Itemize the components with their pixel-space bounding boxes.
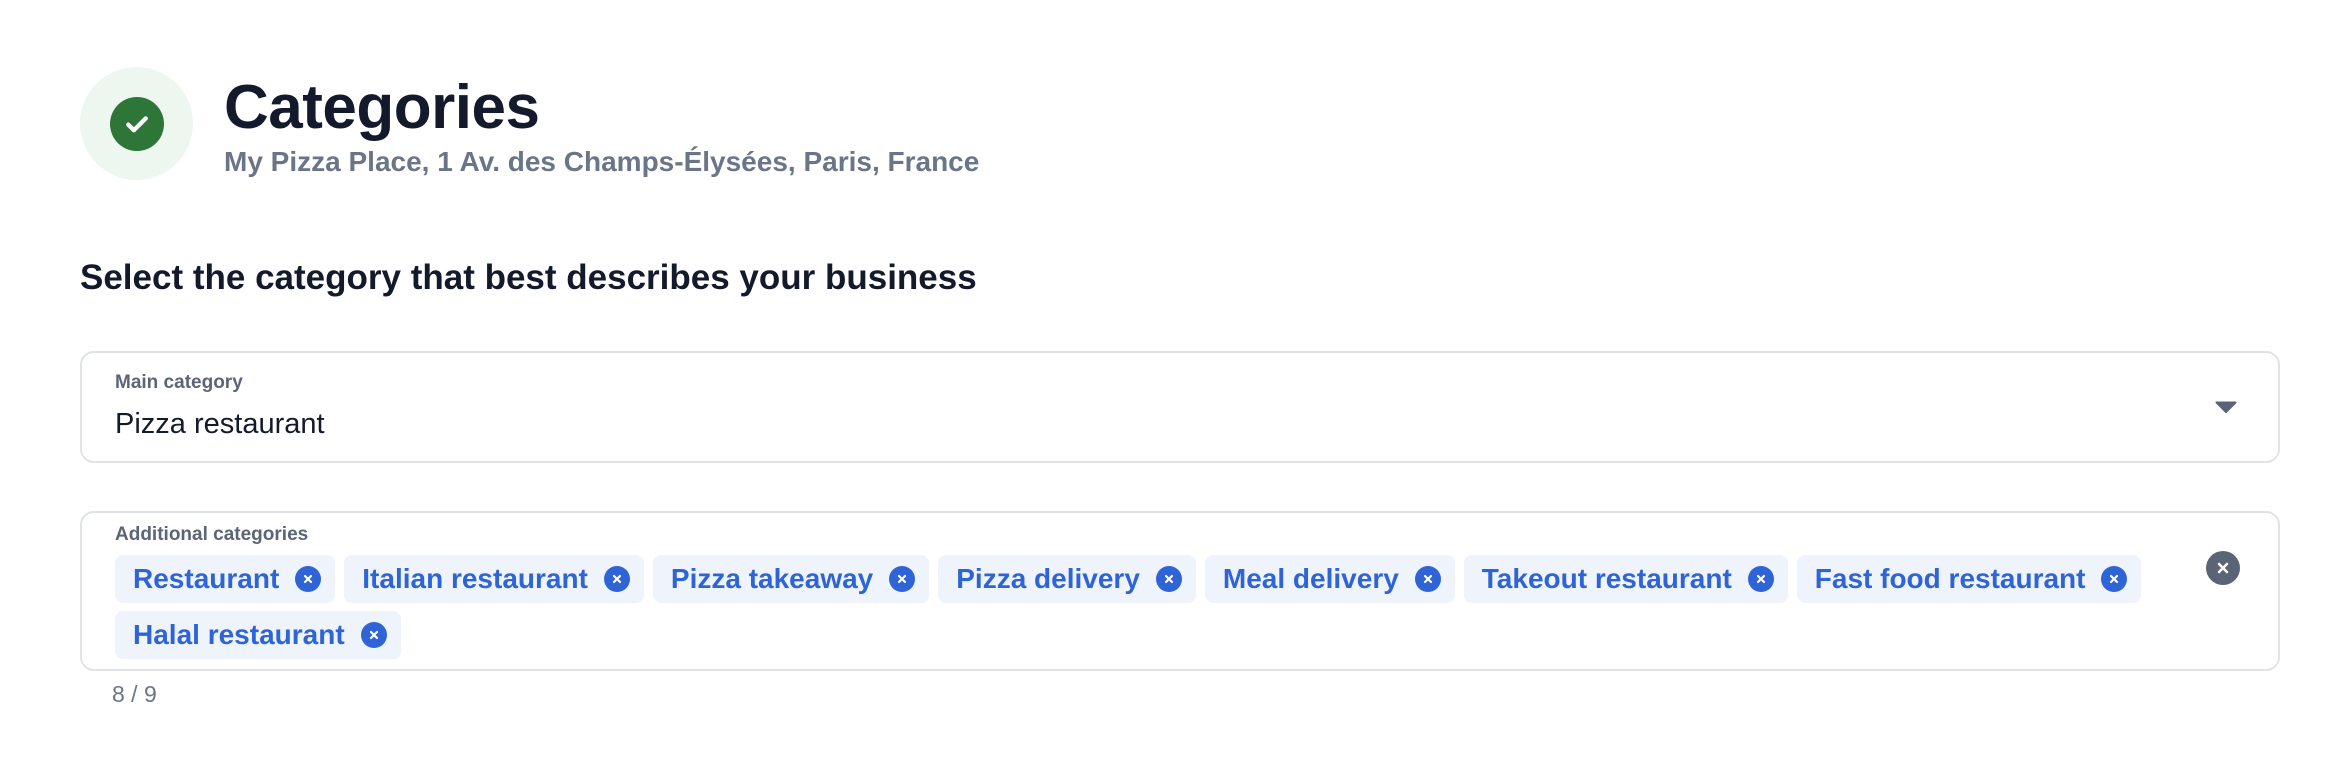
- category-chip[interactable]: Fast food restaurant: [1796, 555, 2142, 603]
- remove-chip-icon[interactable]: [360, 622, 387, 648]
- page-title: Categories: [224, 73, 540, 142]
- main-category-label: Main category: [115, 372, 243, 393]
- category-chip-label: Meal delivery: [1222, 563, 1399, 594]
- category-chip-label: Restaurant: [133, 563, 280, 594]
- category-chip[interactable]: Pizza takeaway: [652, 555, 930, 603]
- remove-chip-icon[interactable]: [295, 566, 322, 592]
- remove-chip-icon[interactable]: [1155, 566, 1182, 592]
- check-icon: [109, 96, 164, 151]
- remove-chip-icon[interactable]: [1414, 566, 1441, 592]
- category-chip-label: Takeout restaurant: [1481, 563, 1732, 594]
- category-chip[interactable]: Halal restaurant: [115, 611, 401, 659]
- category-chip-label: Italian restaurant: [362, 563, 588, 594]
- status-indicator: [80, 67, 193, 180]
- main-category-select[interactable]: Main category Pizza restaurant: [80, 351, 2280, 463]
- page-header: Categories My Pizza Place, 1 Av. des Cha…: [80, 67, 979, 180]
- additional-categories-label: Additional categories: [115, 524, 309, 545]
- remove-chip-icon[interactable]: [889, 566, 916, 592]
- section-heading: Select the category that best describes …: [80, 258, 977, 297]
- category-chip[interactable]: Italian restaurant: [344, 555, 644, 603]
- remove-chip-icon[interactable]: [603, 566, 630, 592]
- category-chip-label: Fast food restaurant: [1814, 563, 2086, 594]
- remove-chip-icon[interactable]: [2101, 566, 2128, 592]
- clear-all-icon[interactable]: [2206, 551, 2240, 585]
- category-chip[interactable]: Restaurant: [115, 555, 336, 603]
- category-chip[interactable]: Pizza delivery: [938, 555, 1196, 603]
- category-chip[interactable]: Meal delivery: [1204, 555, 1455, 603]
- category-chip-label: Halal restaurant: [133, 619, 345, 650]
- remove-chip-icon[interactable]: [1747, 566, 1774, 592]
- main-category-value: Pizza restaurant: [115, 408, 325, 440]
- additional-categories-field[interactable]: Additional categories Restaurant Italian …: [80, 511, 2280, 671]
- business-address: My Pizza Place, 1 Av. des Champs-Élysées…: [224, 146, 980, 178]
- category-chip-label: Pizza delivery: [956, 563, 1140, 594]
- category-chip-label: Pizza takeaway: [670, 563, 874, 594]
- category-chip[interactable]: Takeout restaurant: [1463, 555, 1788, 603]
- category-counter: 8 / 9: [112, 681, 157, 707]
- category-chips: Restaurant Italian restaurant Pizza takeaw…: [115, 555, 2155, 659]
- caret-down-icon[interactable]: [2214, 399, 2238, 415]
- header-text: Categories My Pizza Place, 1 Av. des Cha…: [224, 75, 979, 178]
